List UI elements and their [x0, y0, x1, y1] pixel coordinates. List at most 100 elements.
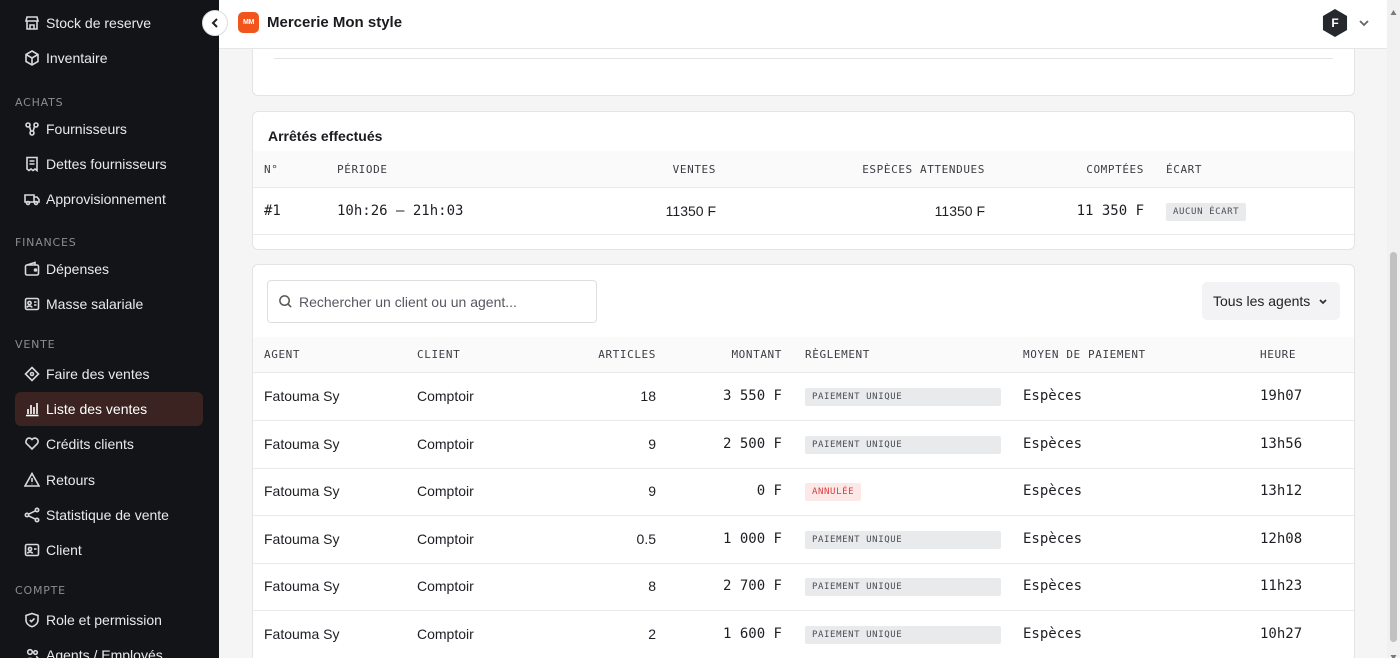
cell-client: Comptoir: [417, 578, 474, 594]
cell-moyen: Espèces: [1023, 388, 1083, 404]
shield-icon: [24, 612, 40, 628]
sidebar-item-label: Agents / Employés: [46, 647, 163, 658]
arret-num: #1: [264, 203, 281, 219]
col-num: N°: [264, 163, 279, 176]
wallet-icon: [24, 261, 40, 277]
search-input[interactable]: Rechercher un client ou un agent...: [267, 280, 597, 323]
table-row[interactable]: Fatouma Sy Comptoir 2 1 600 F Espèces 10h27 PA…: [253, 611, 1354, 658]
user-avatar[interactable]: F: [1322, 9, 1348, 37]
section-label-achats: ACHATS: [15, 96, 64, 109]
col-reglement: RÈGLEMENT: [805, 348, 871, 361]
chevron-down-icon: [1319, 299, 1327, 305]
id-card-icon: [24, 296, 40, 312]
col-agent: AGENT: [264, 348, 301, 361]
sidebar-item-label: Stock de reserve: [46, 15, 152, 31]
sidebar-item-client[interactable]: Client: [15, 533, 203, 567]
cell-heure: 13h56: [1260, 436, 1303, 452]
sidebar-item-credits-clients[interactable]: Crédits clients: [15, 427, 203, 461]
collapse-sidebar-button[interactable]: [202, 10, 228, 36]
cell-client: Comptoir: [417, 483, 474, 499]
summary-card: [252, 49, 1355, 96]
cell-montant: 1 000 F: [722, 531, 782, 547]
cell-client: Comptoir: [417, 626, 474, 642]
cell-articles: 9: [648, 483, 656, 499]
cell-articles: 9: [648, 436, 656, 452]
sidebar-item-label: Crédits clients: [46, 436, 134, 452]
chevron-left-icon: [211, 18, 218, 28]
chevron-down-icon[interactable]: [1358, 16, 1370, 28]
agent-filter-select[interactable]: Tous les agents: [1202, 282, 1340, 320]
sidebar-item-statistique-de-vente[interactable]: Statistique de vente: [15, 498, 203, 532]
receipt-icon: [24, 156, 40, 172]
sidebar-item-label: Masse salariale: [46, 296, 144, 312]
sidebar-item-agents-employes[interactable]: Agents / Employés: [15, 638, 203, 658]
cell-articles: 8: [648, 578, 656, 594]
sidebar-item-label: Client: [46, 542, 82, 558]
cell-montant: 3 550 F: [722, 388, 782, 404]
section-label-compte: COMPTE: [15, 584, 66, 597]
arrets-card: Arrêtés effectués N° PÉRIODE VENTES ESPÈ…: [252, 111, 1355, 250]
table-row[interactable]: Fatouma Sy Comptoir 18 3 550 F Espèces 19h07 P…: [253, 373, 1354, 421]
box-icon: [24, 50, 40, 66]
cell-client: Comptoir: [417, 436, 474, 452]
sidebar-item-liste-des-ventes[interactable]: Liste des ventes: [15, 392, 203, 426]
sidebar-item-dettes-fournisseurs[interactable]: Dettes fournisseurs: [15, 147, 203, 181]
bar-chart-icon: [24, 401, 40, 417]
cell-moyen: Espèces: [1023, 483, 1083, 499]
search-placeholder: Rechercher un client ou un agent...: [299, 293, 517, 310]
cell-heure: 19h07: [1260, 388, 1303, 404]
section-label-vente: VENTE: [15, 338, 56, 351]
shop-name: Mercerie Mon style: [267, 14, 403, 31]
cell-montant: 1 600 F: [722, 626, 782, 642]
cell-articles: 0.5: [636, 531, 656, 547]
sidebar-item-fournisseurs[interactable]: Fournisseurs: [15, 112, 203, 146]
sidebar-item-label: Fournisseurs: [46, 121, 127, 137]
cell-agent: Fatouma Sy: [264, 578, 340, 594]
sidebar-item-masse-salariale[interactable]: Masse salariale: [15, 287, 203, 321]
col-heure: HEURE: [1260, 348, 1297, 361]
arret-comptees: 11 350 F: [1076, 203, 1144, 219]
cell-agent: Fatouma Sy: [264, 626, 340, 642]
sidebar-item-depenses[interactable]: Dépenses: [15, 252, 203, 286]
sidebar-item-stock-de-reserve[interactable]: Stock de reserve: [15, 6, 203, 40]
table-row[interactable]: Fatouma Sy Comptoir 8 2 700 F Espèces 11h23 PA…: [253, 563, 1354, 611]
sidebar-item-label: Statistique de vente: [46, 507, 169, 523]
table-row[interactable]: Fatouma Sy Comptoir 9 0 F Espèces 13h12 ANNULÉ…: [253, 468, 1354, 516]
table-row[interactable]: Fatouma Sy Comptoir 0.5 1 000 F Espèces 12h08…: [253, 516, 1354, 564]
ecart-badge: AUCUN ÉCART: [1166, 203, 1247, 221]
sidebar-item-label: Approvisionnement: [46, 191, 166, 207]
sidebar-item-approvisionnement[interactable]: Approvisionnement: [15, 182, 203, 216]
search-icon: [279, 295, 292, 308]
network-icon: [24, 121, 40, 137]
cell-heure: 10h27: [1260, 626, 1303, 642]
scroll-down-icon[interactable]: [1390, 648, 1397, 658]
status-badge: PAIEMENT UNIQUE: [805, 436, 1001, 454]
store-icon: [24, 15, 40, 31]
col-comptees: COMPTÉES: [1086, 163, 1144, 176]
sidebar-item-role-et-permission[interactable]: Role et permission: [15, 603, 203, 637]
top-bar: MM Mercerie Mon style F: [219, 0, 1387, 49]
agent-filter-value: Tous les agents: [1213, 293, 1311, 309]
cell-moyen: Espèces: [1023, 531, 1083, 547]
col-ecart: ÉCART: [1166, 163, 1203, 176]
contact-icon: [24, 542, 40, 558]
sidebar-item-inventaire[interactable]: Inventaire: [15, 41, 203, 75]
cell-moyen: Espèces: [1023, 578, 1083, 594]
col-periode: PÉRIODE: [337, 163, 388, 176]
cell-heure: 13h12: [1260, 483, 1303, 499]
sidebar-item-label: Role et permission: [46, 612, 162, 628]
col-articles: ARTICLES: [598, 348, 656, 361]
page-scrollbar[interactable]: [1387, 0, 1400, 658]
sidebar-item-faire-des-ventes[interactable]: Faire des ventes: [15, 357, 203, 391]
users-icon: [24, 647, 40, 658]
scroll-up-icon[interactable]: [1390, 3, 1397, 15]
arrets-title: Arrêtés effectués: [268, 128, 383, 144]
cell-heure: 11h23: [1260, 578, 1303, 594]
table-row[interactable]: Fatouma Sy Comptoir 9 2 500 F Espèces 13h56 PA…: [253, 421, 1354, 469]
scroll-thumb[interactable]: [1390, 252, 1397, 642]
sidebar-item-retours[interactable]: Retours: [15, 463, 203, 497]
cell-client: Comptoir: [417, 531, 474, 547]
cell-moyen: Espèces: [1023, 436, 1083, 452]
cell-agent: Fatouma Sy: [264, 531, 340, 547]
status-badge: PAIEMENT UNIQUE: [805, 531, 1001, 549]
